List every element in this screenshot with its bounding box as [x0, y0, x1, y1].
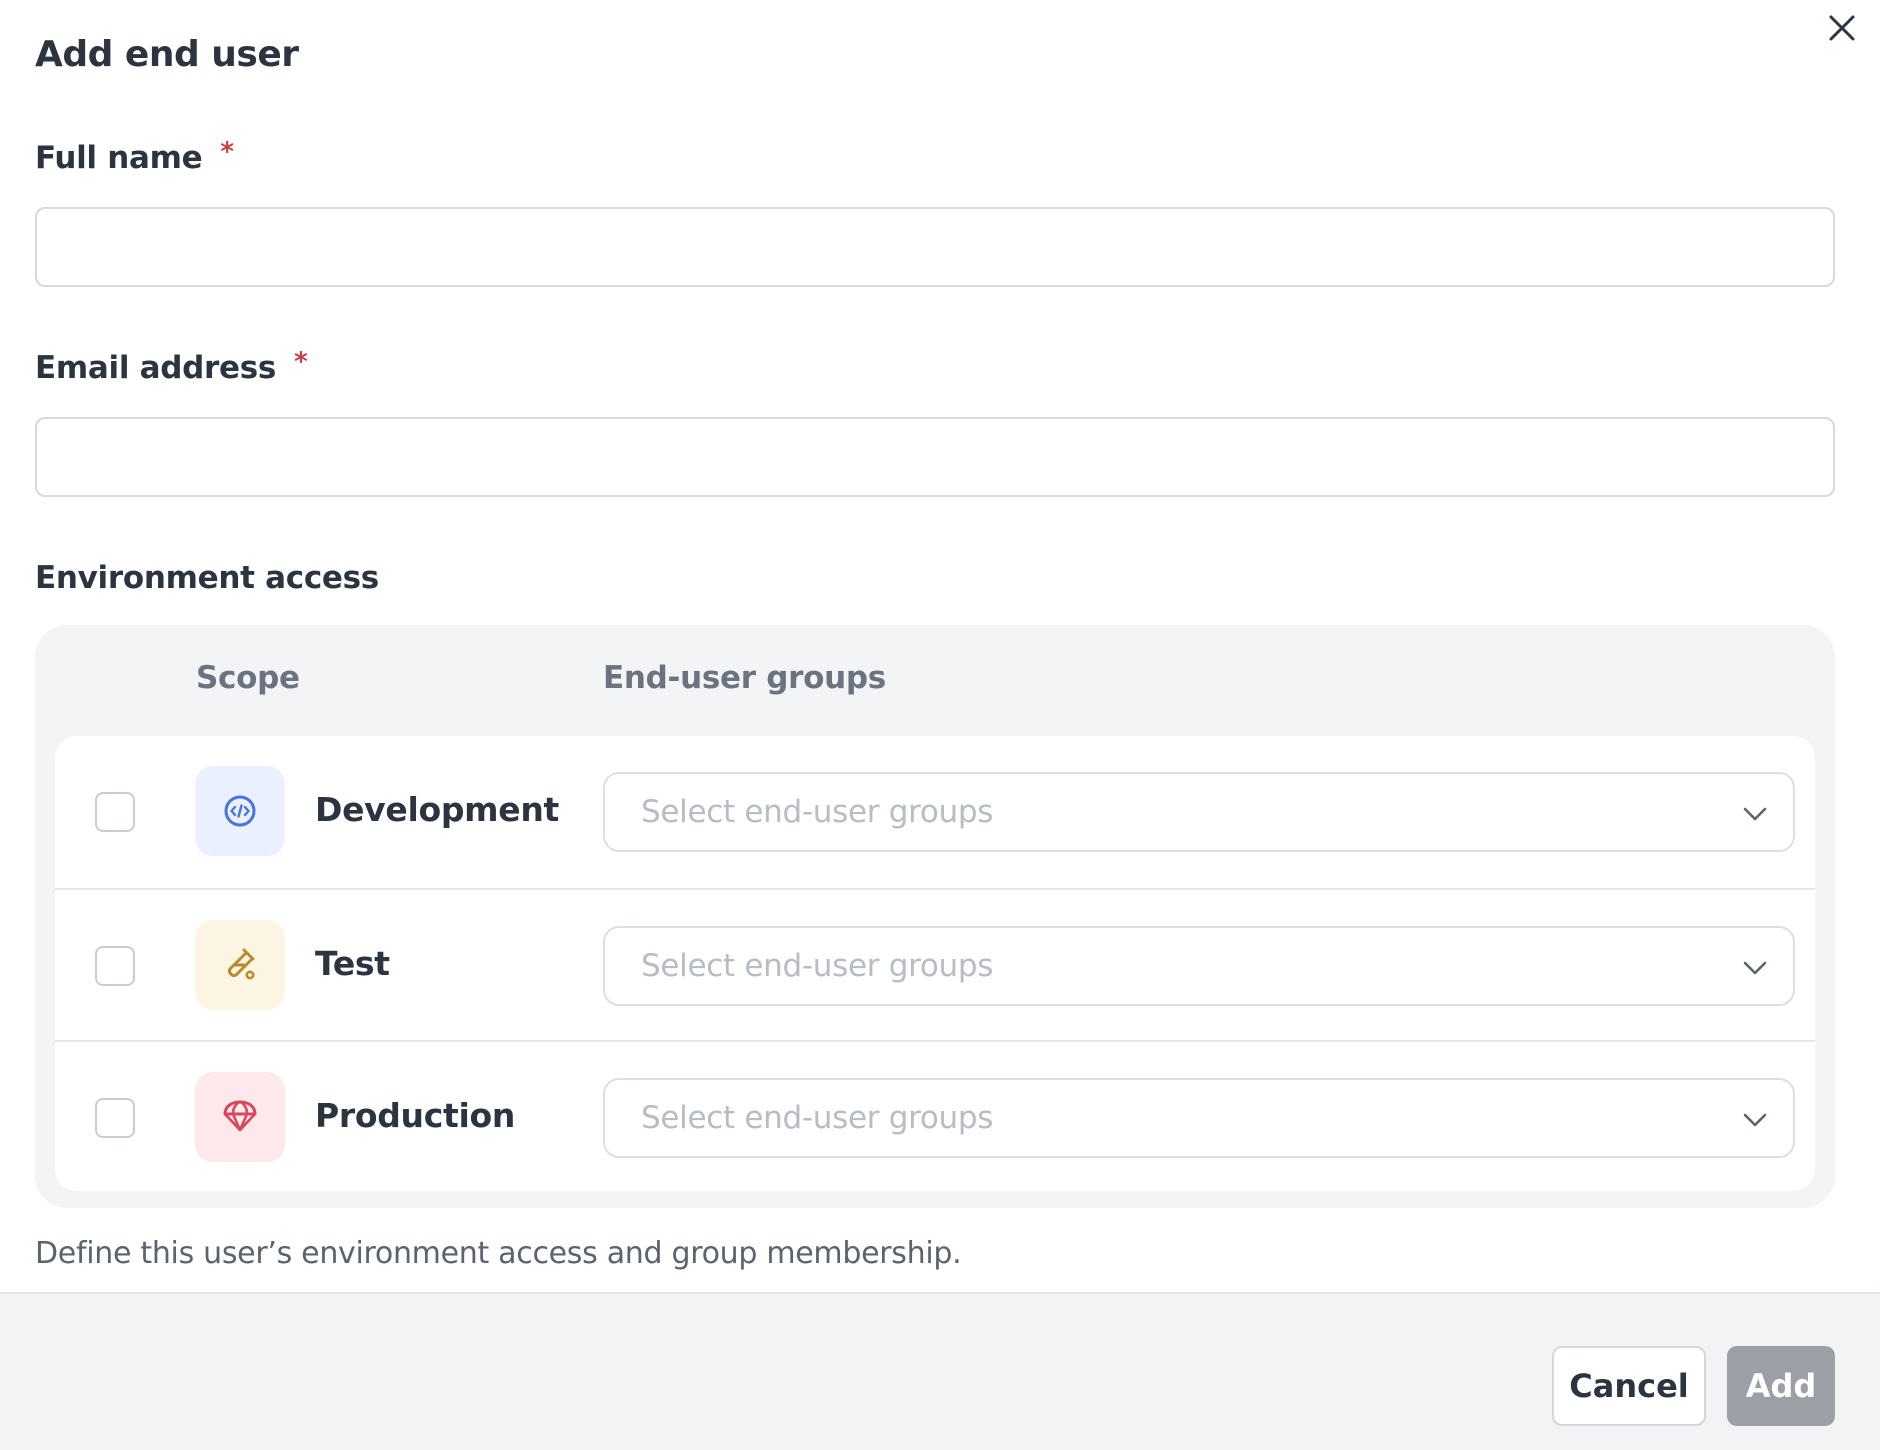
dialog-title: Add end user — [35, 34, 299, 75]
environment-access-label: Environment access — [35, 560, 379, 596]
add-end-user-dialog: Add end user Full name * Email address * E… — [0, 0, 1880, 1450]
email-label: Email address — [35, 350, 277, 386]
dialog-footer: Cancel Add — [0, 1292, 1880, 1450]
environment-name: Production — [315, 1096, 516, 1135]
development-icon-badge — [195, 766, 285, 856]
parachute-icon — [223, 1100, 257, 1132]
add-button[interactable]: Add — [1727, 1346, 1835, 1426]
chevron-down-icon — [1743, 1113, 1767, 1127]
scope-column-header: Scope — [196, 660, 300, 696]
full-name-label: Full name — [35, 140, 203, 176]
test-icon-badge — [195, 920, 285, 1010]
production-checkbox[interactable] — [95, 1098, 135, 1138]
select-placeholder: Select end-user groups — [641, 794, 994, 830]
test-tube-icon — [228, 948, 255, 980]
cancel-button[interactable]: Cancel — [1552, 1346, 1706, 1426]
test-groups-select[interactable]: Select end-user groups — [603, 926, 1795, 1006]
groups-column-header: End-user groups — [603, 660, 886, 696]
email-label-row: Email address * — [35, 347, 308, 386]
environment-row-test: Test Select end-user groups — [55, 888, 1815, 1040]
close-icon — [1829, 15, 1855, 41]
close-button[interactable] — [1820, 6, 1864, 50]
environment-row-production: Production Select end-user groups — [55, 1040, 1815, 1191]
select-placeholder: Select end-user groups — [641, 948, 994, 984]
required-marker: * — [220, 137, 234, 167]
environment-access-help-text: Define this user’s environment access an… — [35, 1236, 962, 1271]
select-placeholder: Select end-user groups — [641, 1100, 994, 1136]
test-checkbox[interactable] — [95, 946, 135, 986]
chevron-down-icon — [1743, 807, 1767, 821]
full-name-input[interactable] — [35, 207, 1835, 287]
environment-name: Test — [315, 944, 390, 983]
development-groups-select[interactable]: Select end-user groups — [603, 772, 1795, 852]
environment-name: Development — [315, 790, 560, 829]
environment-row-development: Development Select end-user groups — [55, 736, 1815, 888]
environment-list: Development Select end-user groups Test — [55, 736, 1815, 1191]
development-checkbox[interactable] — [95, 792, 135, 832]
required-marker: * — [294, 347, 308, 377]
email-input[interactable] — [35, 417, 1835, 497]
code-icon — [224, 795, 256, 827]
production-icon-badge — [195, 1072, 285, 1162]
chevron-down-icon — [1743, 961, 1767, 975]
full-name-label-row: Full name * — [35, 137, 234, 176]
production-groups-select[interactable]: Select end-user groups — [603, 1078, 1795, 1158]
